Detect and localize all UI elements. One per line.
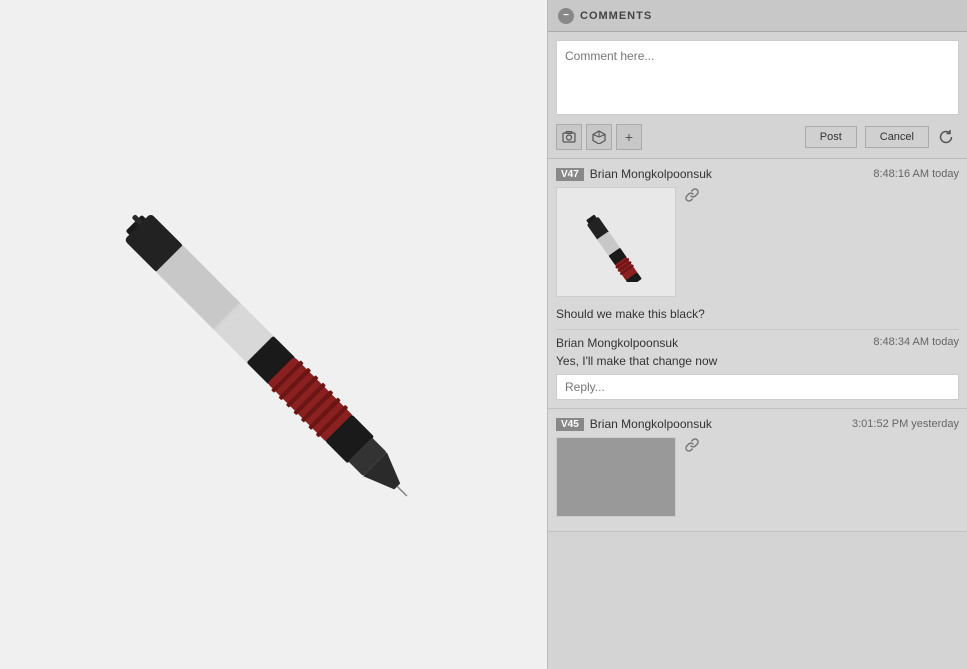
link-icon-v47[interactable] [684,190,700,206]
minimize-icon[interactable]: − [558,8,574,24]
reply-author: Brian Mongkolpoonsuk [556,336,678,350]
add-icon-button[interactable]: + [616,124,642,150]
comment-author-v47: Brian Mongkolpoonsuk [590,167,712,181]
comment-link-area-v45 [684,437,700,456]
post-button[interactable]: Post [805,126,857,148]
comments-panel: − COMMENTS + [547,0,967,669]
reply-header: Brian Mongkolpoonsuk 8:48:34 AM today [556,336,959,350]
comment-thread-v45: V45 Brian Mongkolpoonsuk 3:01:52 PM yest… [548,409,967,532]
comment-link-area [684,187,700,206]
comment-textarea[interactable] [556,40,959,115]
reply-input[interactable] [556,374,959,400]
pen-image [64,125,484,545]
comment-header-v45: V45 Brian Mongkolpoonsuk 3:01:52 PM yest… [556,417,959,431]
reply-section-v47: Brian Mongkolpoonsuk 8:48:34 AM today Ye… [556,329,959,400]
comment-time-v45: 3:01:52 PM yesterday [852,418,959,430]
cube-icon-button[interactable] [586,124,612,150]
link-icon-v45[interactable] [684,440,700,456]
comments-list: V47 Brian Mongkolpoonsuk 8:48:16 AM toda… [548,159,967,669]
photo-icon-button[interactable] [556,124,582,150]
comment-time-v47: 8:48:16 AM today [873,168,959,180]
comment-header-v47: V47 Brian Mongkolpoonsuk 8:48:16 AM toda… [556,167,959,181]
canvas-area [0,0,547,669]
comment-input-area: + Post Cancel [548,32,967,159]
comment-body-v45 [556,437,959,517]
refresh-icon-button[interactable] [933,124,959,150]
comment-thread-v47: V47 Brian Mongkolpoonsuk 8:48:16 AM toda… [548,159,967,409]
cancel-button[interactable]: Cancel [865,126,929,148]
reply-time: 8:48:34 AM today [873,336,959,350]
version-badge-v47: V47 [556,168,584,181]
comment-thumbnail-v45[interactable] [556,437,676,517]
comment-body-v47 [556,187,959,297]
comment-text-v47: Should we make this black? [556,303,959,325]
comment-toolbar: + Post Cancel [556,124,959,150]
comment-author-v45: Brian Mongkolpoonsuk [590,417,712,431]
comment-thumbnail-v47[interactable] [556,187,676,297]
version-badge-v45: V45 [556,418,584,431]
reply-text: Yes, I'll make that change now [556,354,959,368]
panel-header: − COMMENTS [548,0,967,32]
panel-title: COMMENTS [580,10,652,22]
